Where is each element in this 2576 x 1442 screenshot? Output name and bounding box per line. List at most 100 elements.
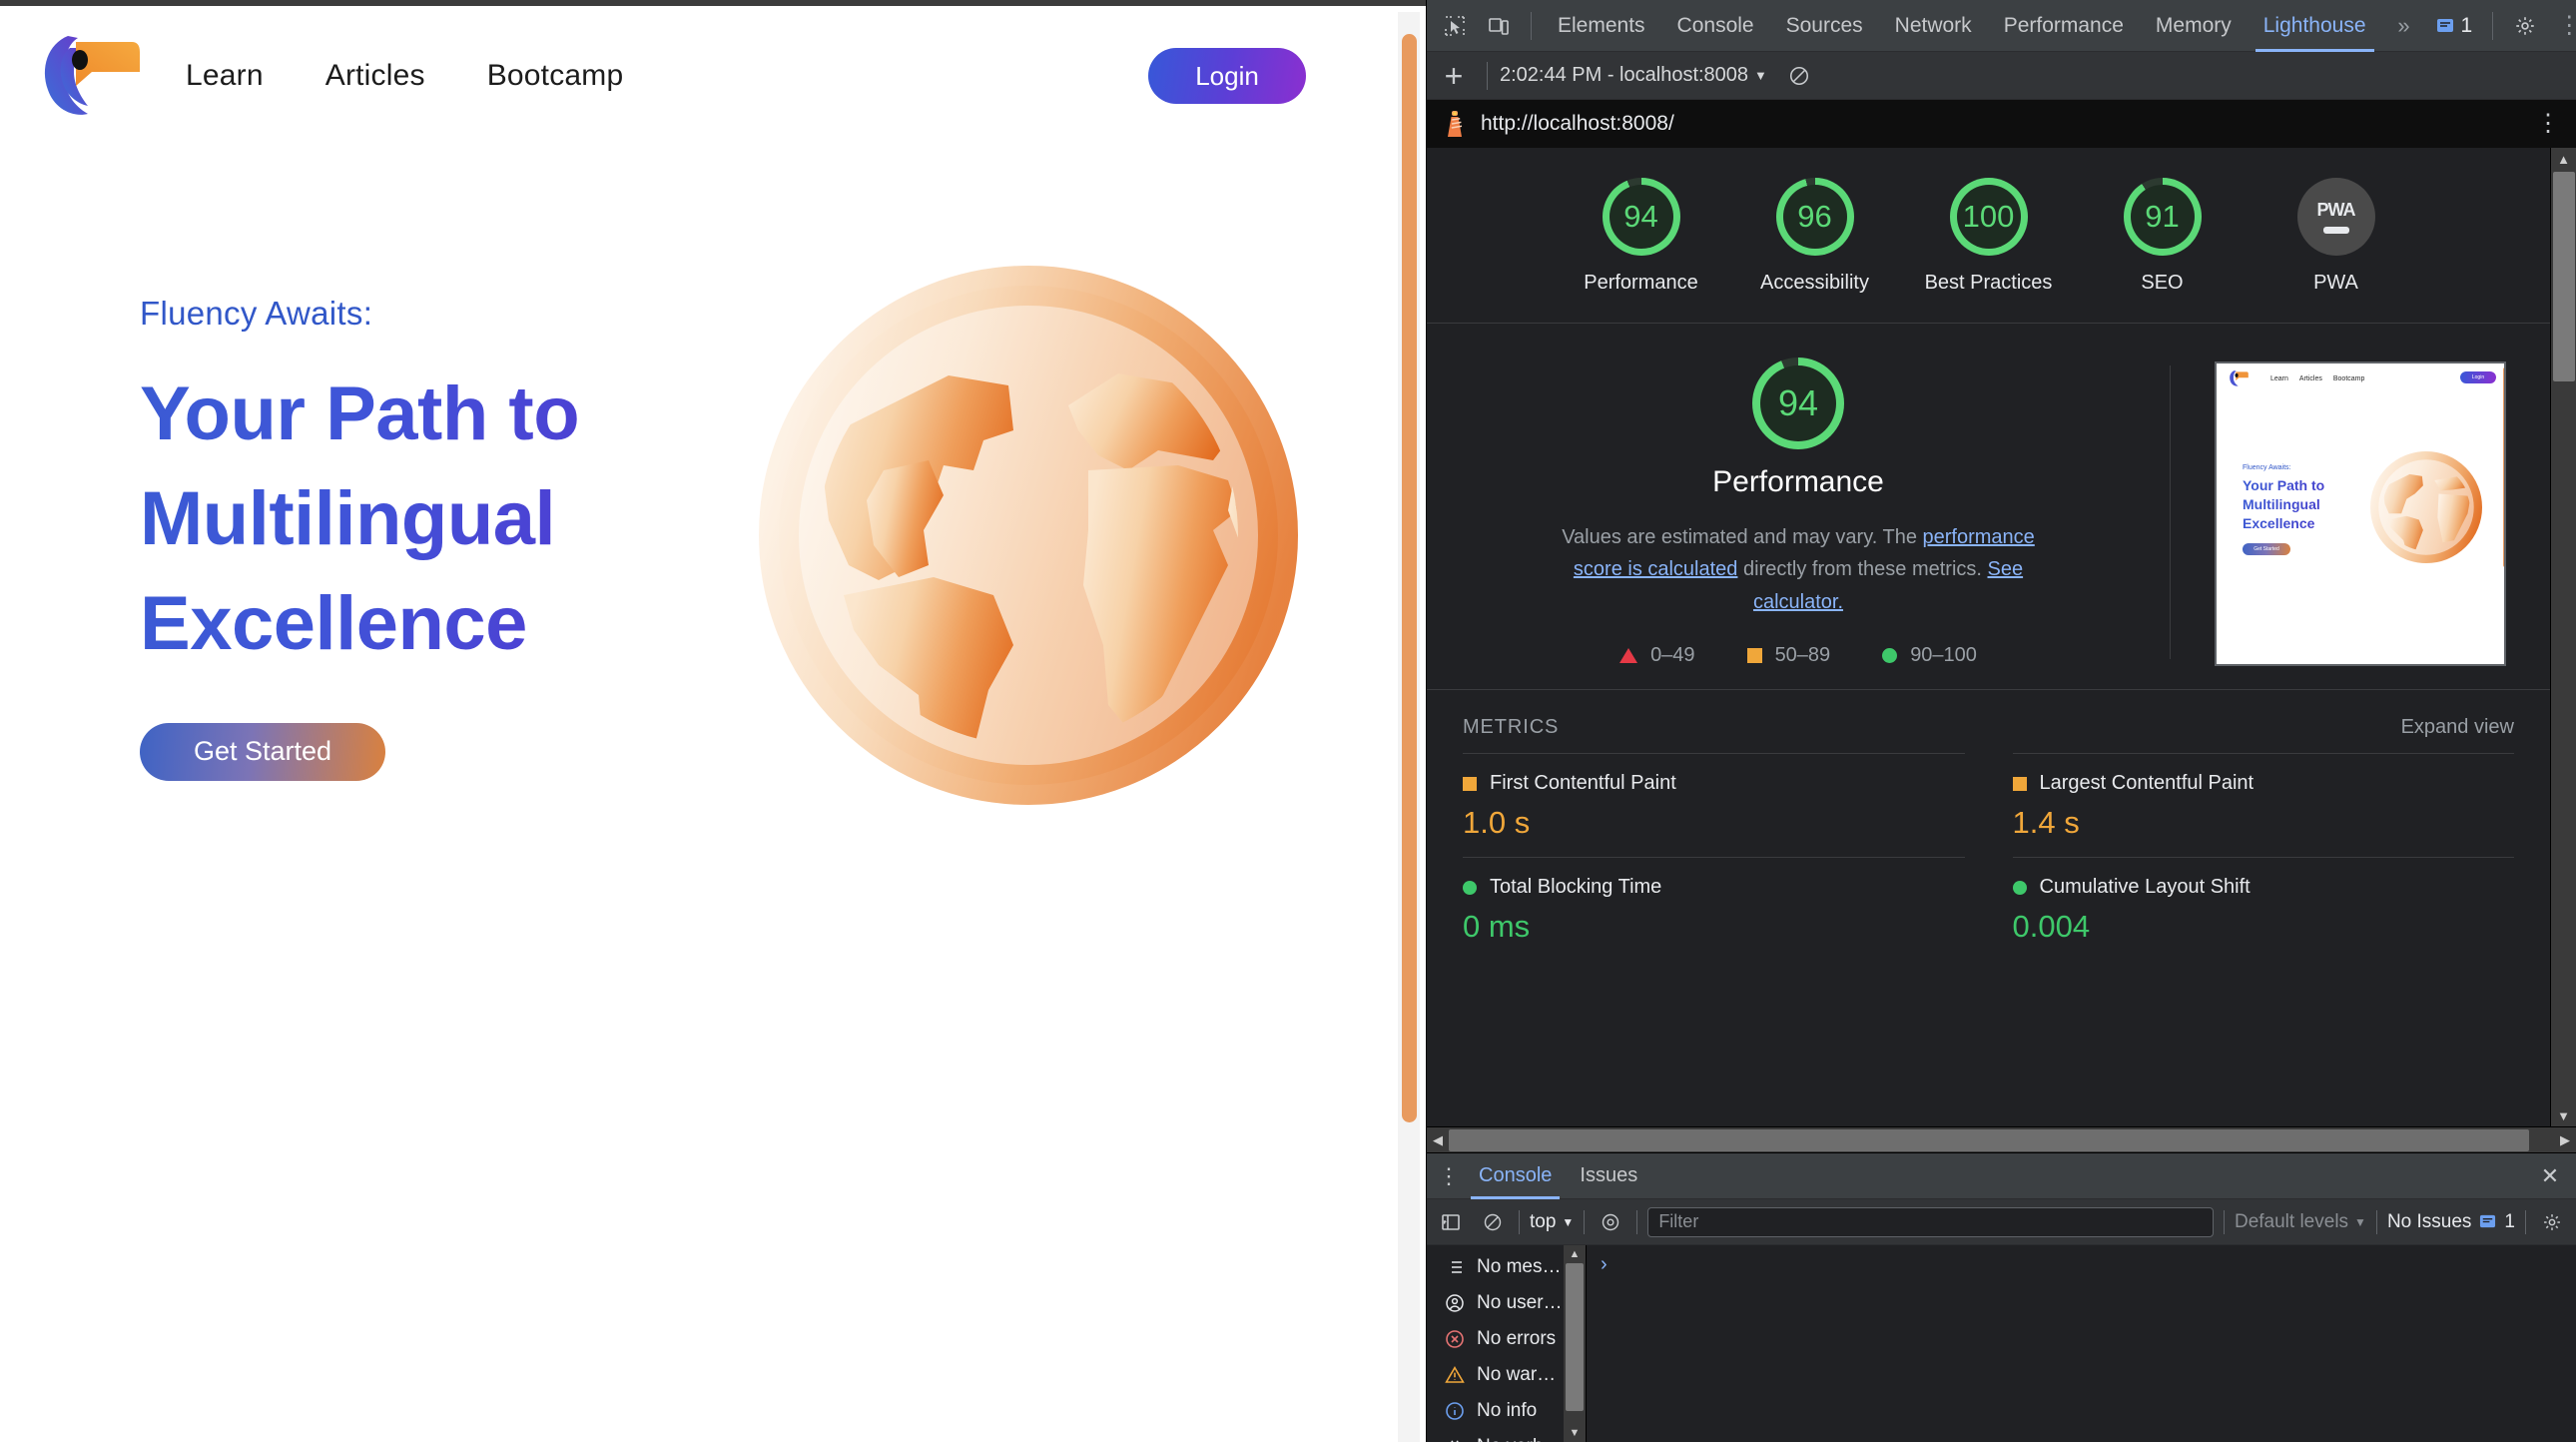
scroll-up-arrow-icon[interactable]: ▲	[1564, 1245, 1586, 1263]
expand-view-button[interactable]: Expand view	[2401, 716, 2514, 739]
console-sidebar-icon[interactable]	[1435, 1206, 1467, 1238]
scroll-down-arrow-icon[interactable]: ▼	[1564, 1424, 1586, 1442]
tab-console[interactable]: Console	[1661, 0, 1770, 52]
drawer-kebab-menu-icon[interactable]: ⋮	[1433, 1164, 1465, 1187]
chevron-down-icon: ▼	[1754, 68, 1767, 83]
triangle-icon	[1619, 648, 1638, 664]
console-sidebar-item-messages[interactable]: No mes…	[1427, 1249, 1586, 1285]
clear-console-icon[interactable]	[1477, 1206, 1509, 1238]
pwa-badge-text: PWA	[2316, 200, 2355, 220]
mini-nav-link-articles: Articles	[2298, 374, 2322, 382]
mini-title-line-2: Multilingual	[2243, 496, 2320, 513]
horizontal-scrollbar-thumb[interactable]	[1449, 1128, 2529, 1151]
drawer-tab-issues[interactable]: Issues	[1566, 1153, 1651, 1199]
console-context-selector[interactable]: top ▼	[1530, 1211, 1574, 1233]
gauge-best-practices[interactable]: 100 Best Practices	[1923, 178, 2055, 297]
nav-link-bootcamp[interactable]: Bootcamp	[487, 59, 624, 93]
console-sidebar-scrollbar[interactable]: ▲ ▼	[1564, 1245, 1586, 1442]
lighthouse-report: 94 Performance 96 Accessibility 100 Best…	[1427, 148, 2576, 1126]
metric-largest-contentful-paint[interactable]: Largest Contentful Paint 1.4 s	[2012, 753, 2514, 857]
get-started-button[interactable]: Get Started	[140, 722, 385, 781]
audited-url[interactable]: http://localhost:8008/	[1481, 112, 1674, 136]
scroll-left-arrow-icon[interactable]: ◀	[1427, 1132, 1449, 1148]
metric-label: Largest Contentful Paint	[2039, 772, 2254, 795]
console-output[interactable]: ›	[1587, 1245, 2576, 1442]
mini-title-line-3: Excellence	[2243, 514, 2315, 531]
performance-score: 94	[1777, 382, 1819, 423]
tab-network[interactable]: Network	[1879, 0, 1988, 52]
score-legend: 0–49 50–89 90–100	[1451, 644, 2146, 667]
report-scrollbar-thumb[interactable]	[2553, 172, 2575, 381]
metric-total-blocking-time[interactable]: Total Blocking Time 0 ms	[1463, 857, 1965, 961]
mini-globe-illustration	[2370, 451, 2482, 568]
console-sidebar-item-verbose[interactable]: No verb…	[1427, 1429, 1586, 1442]
drawer-tabbar: ⋮ Console Issues ✕	[1427, 1153, 2576, 1199]
tab-performance[interactable]: Performance	[1988, 0, 2140, 52]
mini-nav-link-bootcamp: Bootcamp	[2332, 374, 2365, 382]
console-sidebar: No mes… No user… No errors No war… No in…	[1427, 1245, 1587, 1442]
log-levels-selector[interactable]: Default levels ▼	[2235, 1211, 2366, 1233]
tab-elements[interactable]: Elements	[1542, 0, 1661, 52]
sidebar-item-label: No info	[1477, 1400, 1538, 1421]
url-kebab-menu-icon[interactable]: ⋮	[2536, 112, 2560, 136]
console-sidebar-item-errors[interactable]: No errors	[1427, 1321, 1586, 1357]
live-expression-icon[interactable]	[1595, 1206, 1626, 1238]
new-audit-button[interactable]: +	[1433, 60, 1475, 92]
tab-lighthouse[interactable]: Lighthouse	[2248, 0, 2382, 52]
scroll-right-arrow-icon[interactable]: ▶	[2554, 1132, 2576, 1148]
metric-cumulative-layout-shift[interactable]: Cumulative Layout Shift 0.004	[2012, 857, 2514, 961]
nav-link-articles[interactable]: Articles	[325, 59, 425, 93]
hero-title: Your Path to Multilingual Excellence	[140, 362, 699, 677]
scroll-down-arrow-icon[interactable]: ▼	[2551, 1104, 2576, 1126]
run-selector-label: 2:02:44 PM - localhost:8008	[1500, 64, 1749, 86]
device-toolbar-icon[interactable]	[1477, 4, 1521, 48]
perf-desc-before: Values are estimated and may vary. The	[1562, 526, 1923, 548]
devtools-panel: Elements Console Sources Network Perform…	[1426, 0, 2576, 1442]
console-sidebar-scrollbar-thumb[interactable]	[1566, 1263, 1584, 1411]
inspect-element-icon[interactable]	[1433, 4, 1477, 48]
metric-first-contentful-paint[interactable]: First Contentful Paint 1.0 s	[1463, 753, 1965, 857]
console-issues-badge[interactable]: No Issues 1	[2387, 1211, 2515, 1233]
report-horizontal-scrollbar[interactable]: ◀ ▶	[1427, 1126, 2576, 1152]
console-filter-input[interactable]	[1647, 1206, 2214, 1237]
drawer-tab-console[interactable]: Console	[1465, 1153, 1566, 1199]
login-button[interactable]: Login	[1148, 48, 1306, 104]
run-selector[interactable]: 2:02:44 PM - localhost:8008 ▼	[1500, 64, 1767, 87]
gauge-accessibility[interactable]: 96 Accessibility	[1749, 178, 1881, 297]
gauge-performance[interactable]: 94 Performance	[1576, 178, 1707, 297]
mini-hero-eyebrow: Fluency Awaits:	[2243, 464, 2291, 472]
mini-login-button: Login	[2460, 371, 2496, 383]
report-vertical-scrollbar[interactable]: ▲ ▼	[2550, 148, 2576, 1126]
sidebar-item-label: No user…	[1477, 1292, 1563, 1313]
page-scrollbar-thumb[interactable]	[1402, 34, 1417, 1122]
gear-icon[interactable]	[2536, 1206, 2568, 1238]
mini-page-scrollbar	[2503, 367, 2504, 567]
kebab-menu-icon[interactable]: ⋮	[2547, 4, 2576, 48]
console-toolbar: top ▼ Default levels ▼ No	[1427, 1199, 2576, 1245]
more-tabs-icon[interactable]: »	[2382, 4, 2426, 48]
console-sidebar-item-user-messages[interactable]: No user…	[1427, 1285, 1586, 1321]
gear-icon[interactable]	[2503, 4, 2547, 48]
tab-sources[interactable]: Sources	[1770, 0, 1879, 52]
metric-value: 1.0 s	[1463, 805, 1531, 841]
nav-link-learn[interactable]: Learn	[186, 59, 264, 93]
close-drawer-icon[interactable]: ✕	[2530, 1163, 2570, 1189]
page-scrollbar[interactable]	[1398, 12, 1420, 1442]
lh-divider	[1487, 61, 1488, 90]
console-sidebar-item-info[interactable]: No info	[1427, 1393, 1586, 1429]
hero-title-line-3: Excellence	[140, 580, 527, 666]
mini-nav-link-learn: Learn	[2270, 374, 2288, 382]
console-sidebar-item-warnings[interactable]: No war…	[1427, 1357, 1586, 1393]
tab-memory[interactable]: Memory	[2140, 0, 2248, 52]
hero-title-line-1: Your Path to	[140, 371, 580, 457]
metric-value: 1.4 s	[2012, 805, 2080, 841]
gauge-seo[interactable]: 91 SEO	[2097, 178, 2229, 297]
toucan-logo[interactable]	[40, 30, 150, 122]
gauge-pwa[interactable]: PWA PWA	[2270, 178, 2402, 297]
clear-icon[interactable]	[1777, 54, 1821, 98]
legend-item-average: 50–89	[1746, 644, 1830, 667]
scroll-up-arrow-icon[interactable]: ▲	[2551, 148, 2576, 170]
issues-badge[interactable]: 1	[2426, 14, 2483, 38]
page-screenshot-thumbnail[interactable]: Learn Articles Bootcamp Login Fluency Aw…	[2215, 361, 2506, 666]
square-icon	[2012, 776, 2027, 791]
